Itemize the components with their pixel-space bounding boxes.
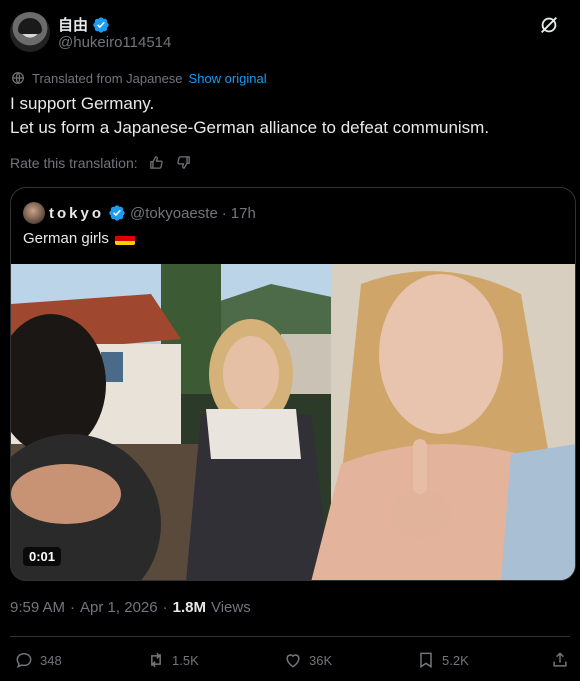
tweet-header: 自由 @hukeiro114514 <box>10 12 570 56</box>
grok-icon[interactable] <box>538 14 560 36</box>
author-display-name[interactable]: 自由 <box>58 14 88 35</box>
thumbs-up-icon[interactable] <box>148 154 165 171</box>
like-button[interactable]: 36K <box>283 650 332 670</box>
verified-badge-icon <box>93 16 109 33</box>
meta-separator: · <box>70 599 76 616</box>
bookmark-button[interactable]: 5.2K <box>416 650 469 670</box>
rate-translation-label: Rate this translation: <box>10 154 138 171</box>
bookmark-icon <box>420 652 432 669</box>
repost-button[interactable]: 1.5K <box>146 650 199 670</box>
tweet-meta: 9:59 AM · Apr 1, 2026 · 1.8M Views <box>10 599 251 616</box>
share-icon <box>553 652 567 667</box>
divider <box>10 636 570 637</box>
quoted-author-handle: @tokyoaeste <box>130 204 218 222</box>
video-duration: 0:01 <box>23 547 62 566</box>
german-flag-icon <box>114 232 135 245</box>
quoted-text: German girls <box>23 230 109 247</box>
quoted-tweet[interactable]: tokyo @tokyoaeste · 17h German girls 0:0… <box>10 187 576 581</box>
author-name-row: 自由 <box>58 14 110 35</box>
tweet-text-line-1: I support Germany. <box>10 94 155 113</box>
views-count: 1.8M <box>172 599 206 616</box>
tweet-text-line-2: Let us form a Japanese-German alliance t… <box>10 118 490 137</box>
video-player[interactable]: 0:01 <box>11 264 575 580</box>
thumbs-down-icon[interactable] <box>175 154 192 171</box>
translate-icon <box>12 72 24 84</box>
quoted-tweet-text: German girls <box>23 230 135 247</box>
reply-button[interactable]: 348 <box>14 650 62 670</box>
author-avatar[interactable] <box>10 12 50 52</box>
verified-badge-icon <box>109 205 125 221</box>
like-count: 36K <box>309 652 333 668</box>
tweet-time[interactable]: 9:59 AM <box>10 599 65 616</box>
repost-icon <box>151 652 161 668</box>
meta-separator-2: · <box>162 599 168 616</box>
translation-notice: Translated from Japanese Show original <box>10 70 267 86</box>
bookmark-count: 5.2K <box>442 652 469 668</box>
repost-count: 1.5K <box>172 652 199 668</box>
show-original-link[interactable]: Show original <box>189 71 267 86</box>
share-button[interactable] <box>550 650 570 670</box>
like-icon <box>286 654 300 668</box>
reply-icon <box>16 652 32 669</box>
views-label: Views <box>210 599 251 616</box>
reply-count: 348 <box>40 652 62 668</box>
quoted-timestamp: 17h <box>230 204 256 222</box>
tweet-date[interactable]: Apr 1, 2026 <box>80 599 158 616</box>
action-bar: 348 1.5K 36K 5.2K <box>14 650 570 672</box>
author-handle[interactable]: @hukeiro114514 <box>58 34 171 51</box>
rate-translation: Rate this translation: <box>10 154 192 171</box>
tweet-text: I support Germany. Let us form a Japanes… <box>10 92 570 140</box>
quoted-tweet-header: tokyo @tokyoaeste · 17h <box>23 202 256 224</box>
quoted-separator: · <box>221 204 227 222</box>
quoted-author-name: tokyo <box>49 204 105 222</box>
quoted-author-avatar <box>23 202 45 224</box>
translated-label: Translated from Japanese <box>32 70 183 86</box>
video-thumbnail <box>11 264 575 580</box>
